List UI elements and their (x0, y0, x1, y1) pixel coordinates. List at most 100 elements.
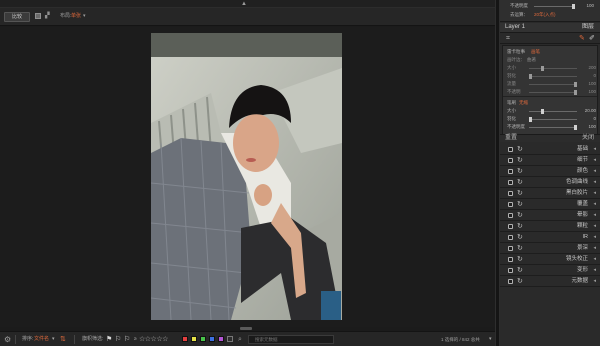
compare-button[interactable]: 比较 (4, 12, 30, 22)
photo-preview[interactable] (151, 33, 342, 320)
color-label-yellow[interactable] (191, 336, 197, 342)
module-row[interactable]: ↻ 基础 ◂ (500, 144, 600, 155)
module-toggle-icon[interactable] (508, 224, 513, 229)
slider-knob[interactable] (529, 117, 532, 122)
module-toggle-icon[interactable] (508, 246, 513, 251)
module-row[interactable]: ↻ 黑白胶片 ◂ (500, 188, 600, 199)
brush-mode-dropdown[interactable]: 画笔 (531, 48, 540, 55)
color-label-red[interactable] (182, 336, 188, 342)
rating-operator-caret[interactable]: ≥ (134, 335, 137, 344)
module-toggle-icon[interactable] (508, 147, 513, 152)
module-row[interactable]: ↻ 色调曲线 ◂ (500, 177, 600, 188)
module-row[interactable]: ↻ 镜头校正 ◂ (500, 254, 600, 265)
module-toggle-icon[interactable] (508, 268, 513, 273)
param-slider[interactable] (529, 66, 577, 71)
slider-knob[interactable] (572, 4, 575, 9)
module-row[interactable]: ↻ 变形 ◂ (500, 265, 600, 276)
module-toggle-icon[interactable] (508, 202, 513, 207)
module-row[interactable]: ↻ 覆盖 ◂ (500, 199, 600, 210)
image-canvas[interactable] (0, 27, 495, 327)
search-icon[interactable]: ⌕ (238, 335, 242, 344)
reset-icon[interactable]: ↻ (517, 156, 523, 165)
reset-icon[interactable]: ↻ (517, 178, 523, 187)
color-label-none[interactable] (227, 336, 233, 342)
slider-knob[interactable] (529, 74, 532, 79)
param-slider[interactable] (529, 90, 577, 95)
layer-name[interactable]: Layer 1 (505, 24, 525, 31)
reset-icon[interactable]: ↻ (517, 266, 523, 275)
chevron-left-icon[interactable]: ◂ (593, 168, 596, 175)
module-row[interactable]: ↻ IR ◂ (500, 232, 600, 243)
sub-dropdown[interactable]: 曲著 (527, 56, 536, 63)
flag-pick-icon[interactable]: ⚑ (106, 335, 112, 344)
module-row[interactable]: ↻ 景深 ◂ (500, 243, 600, 254)
module-row[interactable]: ↻ 元数据 ◂ (500, 276, 600, 287)
reset-icon[interactable]: ↻ (517, 211, 523, 220)
chevron-left-icon[interactable]: ◂ (593, 267, 596, 274)
chevron-left-icon[interactable]: ◂ (593, 245, 596, 252)
reset-icon[interactable]: ↻ (517, 200, 523, 209)
slider-knob[interactable] (574, 82, 577, 87)
chevron-down-icon[interactable]: ▾ (83, 13, 86, 20)
flag-unflagged-icon[interactable]: ⚐ (124, 335, 130, 344)
module-toggle-icon[interactable] (508, 158, 513, 163)
reset-icon[interactable]: ↻ (517, 145, 523, 154)
chevron-left-icon[interactable]: ◂ (593, 212, 596, 219)
chevron-left-icon[interactable]: ◂ (593, 278, 596, 285)
module-toggle-icon[interactable] (508, 180, 513, 185)
chevron-left-icon[interactable]: ◂ (593, 179, 596, 186)
blend-dropdown[interactable]: 20年(入点) (534, 11, 556, 18)
opacity-slider[interactable] (534, 4, 575, 9)
chevron-down-icon[interactable]: ▾ (52, 335, 55, 344)
eraser-icon[interactable]: ✐ (589, 34, 595, 43)
chevron-left-icon[interactable]: ◂ (593, 256, 596, 263)
chevron-left-icon[interactable]: ◂ (593, 157, 596, 164)
module-row[interactable]: ↻ 颗粒 ◂ (500, 221, 600, 232)
rating-stars[interactable]: ☆☆☆☆☆ (139, 335, 168, 344)
module-toggle-icon[interactable] (508, 235, 513, 240)
reset-icon[interactable]: ↻ (517, 255, 523, 264)
brush2-dropdown[interactable]: 无缩 (519, 99, 528, 106)
color-label-green[interactable] (200, 336, 206, 342)
module-toggle-icon[interactable] (508, 169, 513, 174)
slider-knob[interactable] (574, 90, 577, 95)
chevron-left-icon[interactable]: ◂ (593, 234, 596, 241)
module-toggle-icon[interactable] (508, 279, 513, 284)
module-row[interactable]: ↻ 细节 ◂ (500, 155, 600, 166)
reset-icon[interactable]: ↻ (517, 233, 523, 242)
module-toggle-icon[interactable] (508, 257, 513, 262)
slider-knob[interactable] (541, 109, 544, 114)
sort-order-icon[interactable]: ⇅ (60, 335, 66, 344)
collapse-top-arrow-icon[interactable]: ▲ (241, 0, 247, 8)
module-row[interactable]: ↻ 晕影 ◂ (500, 210, 600, 221)
gear-icon[interactable]: ⚙ (4, 335, 11, 344)
chevron-left-icon[interactable]: ◂ (593, 223, 596, 230)
flag-reject-icon[interactable]: ⚐ (115, 335, 121, 344)
reset-icon[interactable]: ↻ (517, 222, 523, 231)
slider-knob[interactable] (541, 66, 544, 71)
param-slider[interactable] (529, 82, 577, 87)
param-slider[interactable] (529, 125, 577, 130)
param-slider[interactable] (529, 74, 577, 79)
color-label-blue[interactable] (209, 336, 215, 342)
param-slider[interactable] (529, 109, 577, 114)
layout-dropdown[interactable]: 单张 (71, 13, 81, 20)
sort-dropdown[interactable]: 文件名 (34, 335, 49, 344)
color-label-purple[interactable] (218, 336, 224, 342)
chevron-down-icon[interactable]: ▾ (489, 335, 492, 344)
slider-knob[interactable] (574, 125, 577, 130)
layers-tab[interactable]: 图层 (582, 24, 594, 31)
single-view-icon[interactable] (35, 13, 41, 19)
module-row[interactable]: ↻ 颜色 ◂ (500, 166, 600, 177)
chevron-left-icon[interactable]: ◂ (593, 201, 596, 208)
close-button[interactable]: 关闭 (582, 135, 594, 142)
module-toggle-icon[interactable] (508, 191, 513, 196)
filmstrip-handle[interactable] (240, 327, 252, 330)
reset-icon[interactable]: ↻ (517, 277, 523, 286)
brush-icon[interactable]: ✎ (579, 34, 585, 43)
module-toggle-icon[interactable] (508, 213, 513, 218)
chevron-left-icon[interactable]: ◂ (593, 146, 596, 153)
layer-header[interactable]: Layer 1 图层 (500, 23, 600, 33)
reset-icon[interactable]: ↻ (517, 244, 523, 253)
reset-icon[interactable]: ↻ (517, 189, 523, 198)
